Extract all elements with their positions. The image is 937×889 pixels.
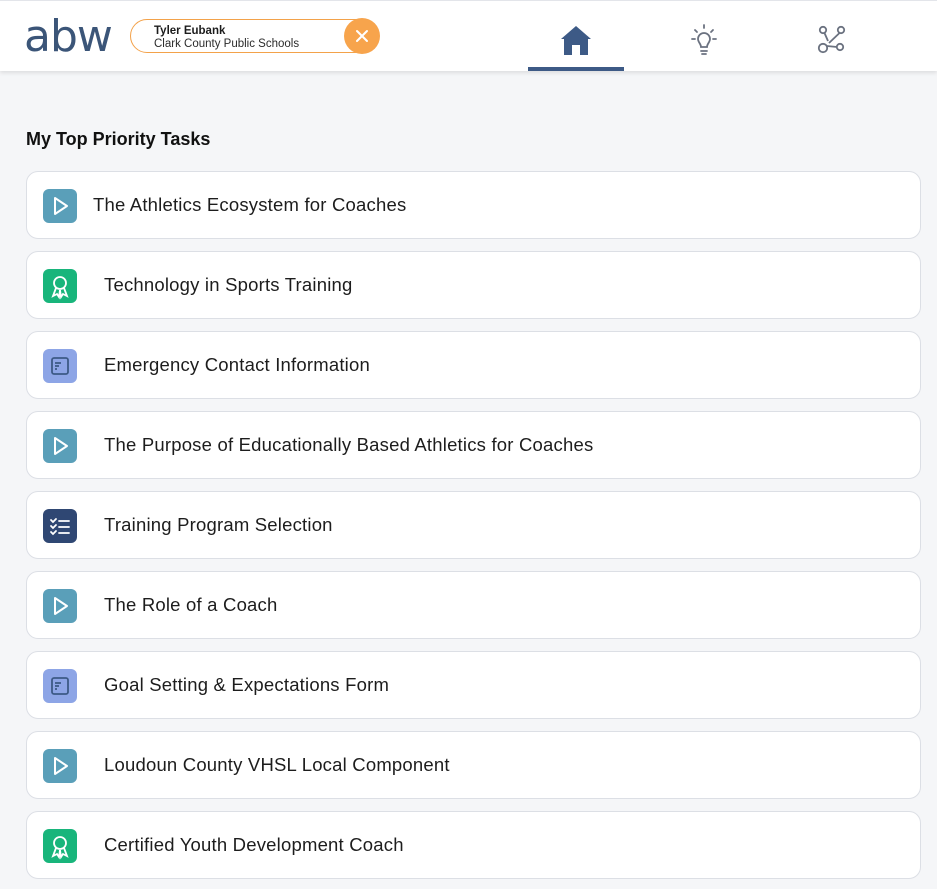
top-navigation-bar: abw Tyler Eubank Clark County Public Sch… xyxy=(0,0,937,71)
nav-home[interactable] xyxy=(556,21,596,61)
home-icon xyxy=(561,26,591,55)
task-label: The Role of a Coach xyxy=(104,594,278,615)
task-card[interactable]: The Athletics Ecosystem for Coaches xyxy=(26,171,921,239)
active-tab-indicator xyxy=(528,67,624,71)
award-ribbon-icon xyxy=(43,269,77,303)
form-document-icon xyxy=(43,669,77,703)
lightbulb-icon xyxy=(691,24,717,55)
task-card[interactable]: The Role of a Coach xyxy=(26,571,921,639)
task-card[interactable]: Technology in Sports Training xyxy=(26,251,921,319)
task-card[interactable]: Training Program Selection xyxy=(26,491,921,559)
task-card[interactable]: The Purpose of Educationally Based Athle… xyxy=(26,411,921,479)
close-user-button[interactable] xyxy=(344,18,380,54)
task-card[interactable]: Emergency Contact Information xyxy=(26,331,921,399)
task-card[interactable]: Certified Youth Development Coach xyxy=(26,811,921,879)
user-badge[interactable]: Tyler Eubank Clark County Public Schools xyxy=(130,18,380,54)
brand-logo[interactable]: abw xyxy=(24,15,113,59)
task-label: The Athletics Ecosystem for Coaches xyxy=(93,194,407,215)
video-play-icon xyxy=(43,749,77,783)
task-label: The Purpose of Educationally Based Athle… xyxy=(104,434,594,455)
close-icon xyxy=(356,30,368,42)
task-label: Technology in Sports Training xyxy=(104,274,353,295)
task-label: Training Program Selection xyxy=(104,514,333,535)
task-label: Loudoun County VHSL Local Component xyxy=(104,754,450,775)
task-card[interactable]: Goal Setting & Expectations Form xyxy=(26,651,921,719)
nav-network[interactable] xyxy=(812,21,852,61)
award-ribbon-icon xyxy=(43,829,77,863)
task-label: Goal Setting & Expectations Form xyxy=(104,674,390,695)
user-organization: Clark County Public Schools xyxy=(154,38,300,50)
task-label: Certified Youth Development Coach xyxy=(104,834,404,855)
network-icon xyxy=(817,25,846,54)
video-play-icon xyxy=(43,189,77,223)
logo-text: abw xyxy=(24,11,113,62)
form-document-icon xyxy=(43,349,77,383)
checklist-icon xyxy=(43,509,77,543)
nav-ideas[interactable] xyxy=(684,21,724,61)
video-play-icon xyxy=(43,589,77,623)
task-label: Emergency Contact Information xyxy=(104,354,370,375)
video-play-icon xyxy=(43,429,77,463)
section-title: My Top Priority Tasks xyxy=(26,129,211,149)
user-name: Tyler Eubank xyxy=(154,25,226,37)
task-card[interactable]: Loudoun County VHSL Local Component xyxy=(26,731,921,799)
